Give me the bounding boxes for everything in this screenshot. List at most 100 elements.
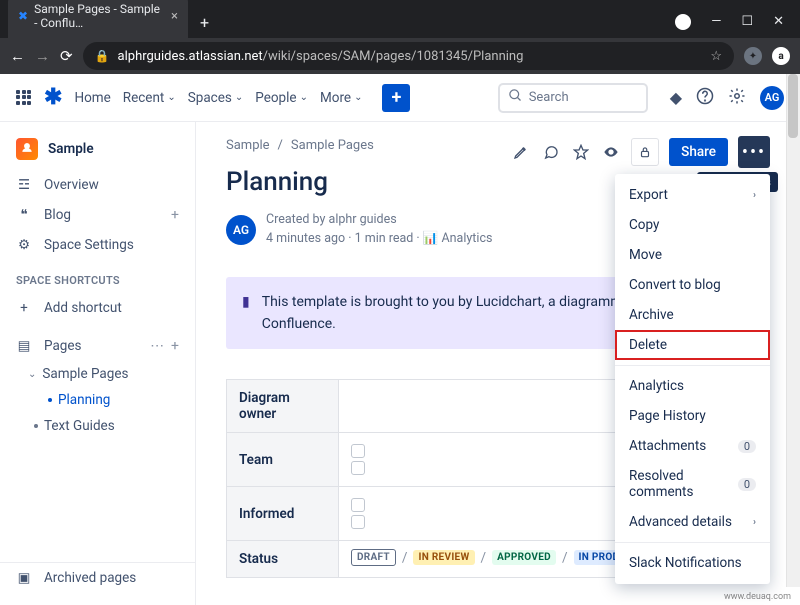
chevron-right-icon: › (753, 517, 756, 528)
app-switcher-icon[interactable] (16, 90, 32, 106)
lock-icon: 🔒 (95, 49, 110, 63)
nav-recent[interactable]: Recent⌄ (123, 90, 176, 106)
menu-export[interactable]: Export› (615, 180, 770, 210)
create-button[interactable]: + (382, 84, 410, 112)
chevron-down-icon: ⌄ (167, 92, 175, 103)
gear-icon: ⚙ (16, 237, 32, 253)
archived-pages[interactable]: ▣Archived pages (0, 562, 195, 593)
breadcrumb-parent[interactable]: Sample Pages (291, 138, 374, 153)
share-button[interactable]: Share (669, 138, 728, 166)
tree-text-guides[interactable]: Text Guides (8, 413, 195, 439)
nav-more[interactable]: More⌄ (320, 90, 362, 106)
help-icon[interactable] (696, 87, 714, 109)
checkbox[interactable] (351, 515, 365, 529)
tree-sample-pages[interactable]: ⌄Sample Pages (8, 361, 195, 387)
pages-icon: ▤ (16, 338, 32, 354)
nav-spaces[interactable]: Spaces⌄ (188, 90, 244, 106)
overview-icon: ☲ (16, 177, 32, 193)
url-domain: alphrguides.atlassian.net (118, 49, 263, 64)
chevron-right-icon: › (753, 190, 756, 201)
add-shortcut[interactable]: +Add shortcut (0, 293, 195, 323)
browser-tab[interactable]: ✖ Sample Pages - Sample - Conflu… × (8, 0, 188, 38)
banner-text: This template is brought to you by Lucid… (262, 291, 634, 336)
nav-people[interactable]: People⌄ (255, 90, 308, 106)
space-icon (16, 138, 38, 160)
space-sidebar: Sample ☲Overview ❝Blog+ ⚙Space Settings … (0, 122, 196, 605)
minimize-button[interactable]: ― (711, 14, 721, 30)
star-icon[interactable] (571, 142, 591, 162)
breadcrumb-space[interactable]: Sample (226, 138, 270, 153)
menu-convert-blog[interactable]: Convert to blog (615, 270, 770, 300)
browser-toolbar: ← → ⟳ 🔒 alphrguides.atlassian.net/wiki/s… (0, 38, 800, 74)
bullet-icon (34, 424, 38, 428)
menu-slack[interactable]: Slack Notifications (615, 548, 770, 578)
chevron-down-icon: ⌄ (354, 92, 362, 103)
sidebar-overview[interactable]: ☲Overview (0, 170, 195, 200)
reload-button[interactable]: ⟳ (60, 47, 73, 65)
menu-attachments[interactable]: Attachments0 (615, 431, 770, 461)
bullet-icon (48, 398, 52, 402)
status-review[interactable]: IN REVIEW (413, 550, 474, 565)
confluence-logo[interactable]: ✱ (44, 85, 62, 110)
menu-history[interactable]: Page History (615, 401, 770, 431)
analytics-link[interactable]: Analytics (442, 231, 493, 246)
row-label: Diagram owner (227, 380, 339, 433)
author-avatar[interactable]: AG (226, 215, 256, 245)
sidebar-settings[interactable]: ⚙Space Settings (0, 230, 195, 260)
count-badge: 0 (738, 440, 756, 453)
analytics-icon: 📊 (423, 231, 439, 246)
add-icon[interactable]: + (171, 207, 179, 223)
menu-delete[interactable]: Delete (615, 330, 770, 360)
space-name: Sample (48, 141, 94, 157)
checkbox[interactable] (351, 444, 365, 458)
chevron-down-icon: ⌄ (300, 92, 308, 103)
watch-icon[interactable] (601, 142, 621, 162)
menu-move[interactable]: Move (615, 240, 770, 270)
menu-archive[interactable]: Archive (615, 300, 770, 330)
settings-icon[interactable] (728, 87, 746, 109)
nav-home[interactable]: Home (74, 90, 110, 106)
checkbox[interactable] (351, 498, 365, 512)
note-icon: ▮ (242, 291, 250, 336)
close-tab-icon[interactable]: × (171, 9, 178, 24)
sidebar-blog[interactable]: ❝Blog+ (0, 200, 195, 230)
app-topnav: ✱ Home Recent⌄ Spaces⌄ People⌄ More⌄ + S… (0, 74, 800, 122)
edit-icon[interactable] (511, 142, 531, 162)
space-header[interactable]: Sample (0, 134, 195, 170)
row-label: Informed (227, 487, 339, 541)
search-input[interactable]: Search (498, 83, 648, 113)
bookmark-icon[interactable]: ☆ (710, 49, 722, 64)
back-button[interactable]: ← (10, 47, 25, 65)
checkbox[interactable] (351, 461, 365, 475)
profile-icon[interactable]: a (772, 47, 790, 65)
shortcuts-header: SPACE SHORTCUTS (0, 260, 195, 293)
menu-resolved-comments[interactable]: Resolved comments0 (615, 461, 770, 507)
more-actions-button[interactable]: ••• (738, 136, 770, 168)
restrictions-icon[interactable] (631, 138, 659, 166)
scrollbar-track[interactable] (786, 74, 800, 587)
plus-icon: + (16, 300, 32, 316)
more-icon[interactable]: ⋯ + (150, 338, 179, 354)
tab-favicon: ✖ (18, 9, 28, 23)
close-window-button[interactable]: ✕ (773, 14, 784, 30)
notifications-icon[interactable]: ◆ (670, 88, 682, 107)
menu-analytics[interactable]: Analytics (615, 371, 770, 401)
address-bar[interactable]: 🔒 alphrguides.atlassian.net/wiki/spaces/… (83, 42, 734, 70)
row-label: Team (227, 433, 339, 487)
menu-copy[interactable]: Copy (615, 210, 770, 240)
menu-advanced[interactable]: Advanced details› (615, 507, 770, 537)
sidebar-pages[interactable]: ▤Pages⋯ + (0, 331, 195, 361)
scrollbar-thumb[interactable] (788, 74, 798, 138)
tree-planning[interactable]: Planning (8, 387, 195, 413)
status-draft[interactable]: DRAFT (351, 549, 396, 566)
browser-titlebar: ✖ Sample Pages - Sample - Conflu… × + ― … (0, 0, 800, 38)
new-tab-button[interactable]: + (188, 7, 221, 38)
search-icon (508, 88, 523, 107)
status-approved[interactable]: APPROVED (492, 550, 556, 565)
page-main: Sample / Sample Pages Share ••• More act… (196, 122, 800, 605)
url-path: /wiki/spaces/SAM/pages/1081345/Planning (263, 49, 524, 64)
user-avatar[interactable]: AG (760, 86, 784, 110)
maximize-button[interactable]: ☐ (741, 14, 753, 30)
comment-icon[interactable] (541, 142, 561, 162)
extension-icon[interactable]: ✦ (744, 47, 762, 65)
